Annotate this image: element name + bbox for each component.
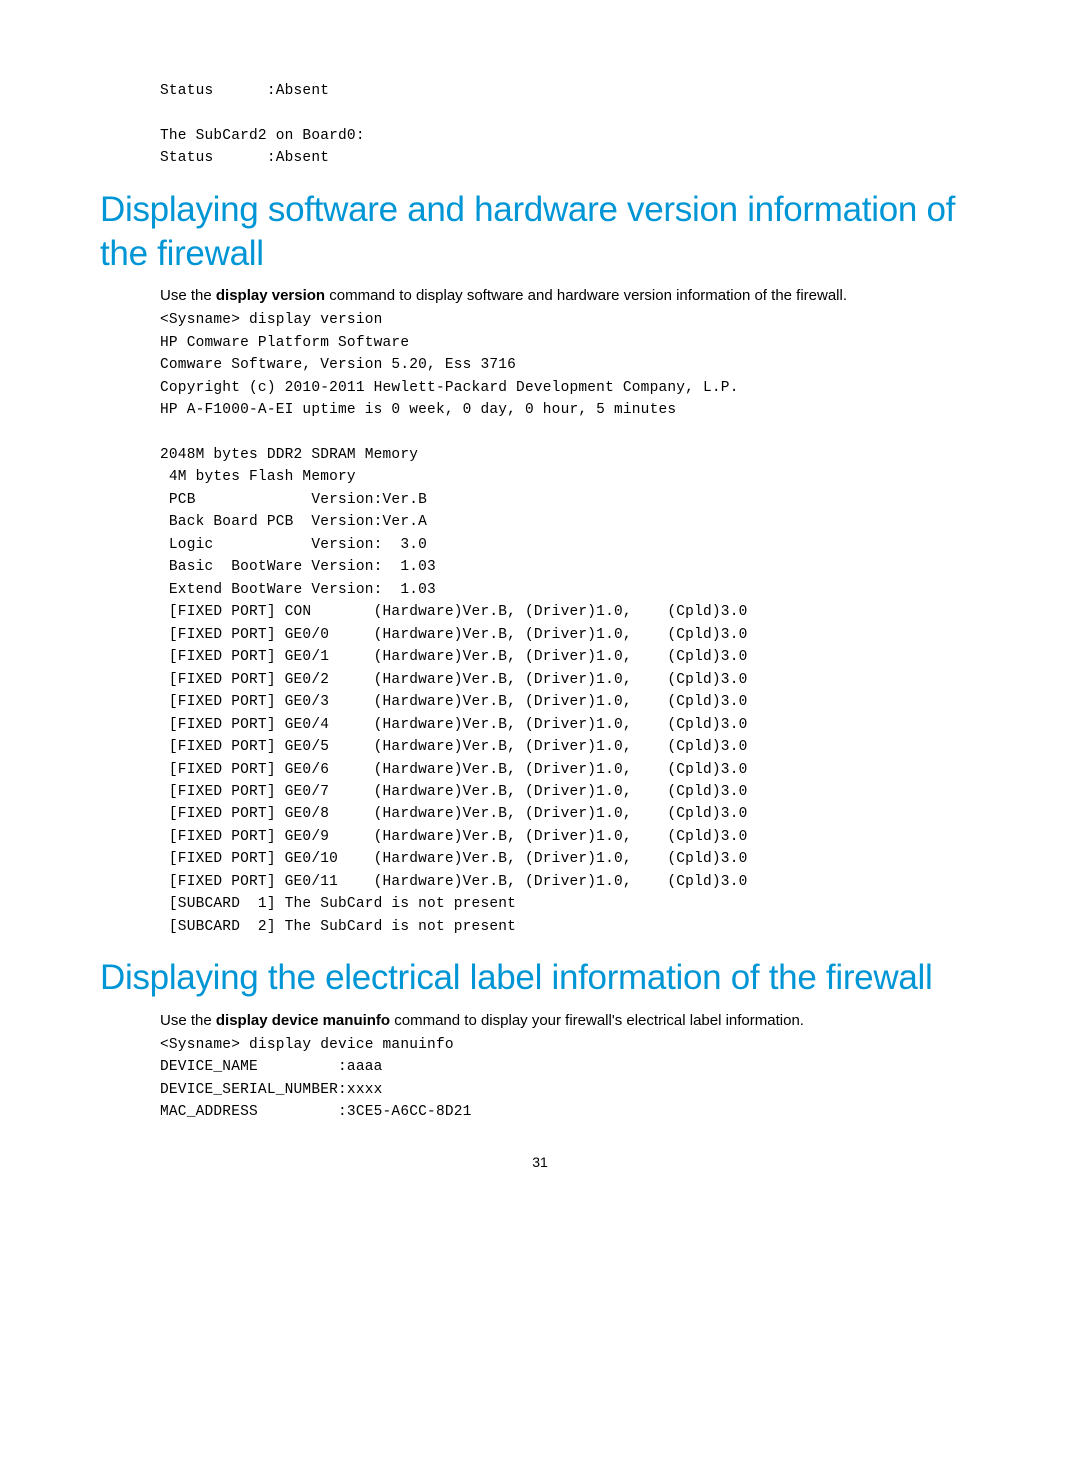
intro2-post: command to display your firewall's elect… <box>390 1012 804 1029</box>
intro2-pre: Use the <box>160 1012 216 1029</box>
intro-version: Use the display version command to displ… <box>160 285 980 307</box>
intro1-pre: Use the <box>160 287 216 304</box>
code-manuinfo-output: <Sysname> display device manuinfo DEVICE… <box>160 1034 980 1124</box>
heading-version-info: Displaying software and hardware version… <box>100 188 980 276</box>
heading-electrical-label: Displaying the electrical label informat… <box>100 956 980 1000</box>
intro-manuinfo: Use the display device manuinfo command … <box>160 1010 980 1032</box>
page-number: 31 <box>100 1154 980 1170</box>
intro1-post: command to display software and hardware… <box>325 287 847 304</box>
intro1-cmd: display version <box>216 287 325 304</box>
intro2-cmd: display device manuinfo <box>216 1012 390 1029</box>
code-version-output: <Sysname> display version HP Comware Pla… <box>160 309 980 938</box>
pre-code-block: Status :Absent The SubCard2 on Board0: S… <box>160 80 980 170</box>
